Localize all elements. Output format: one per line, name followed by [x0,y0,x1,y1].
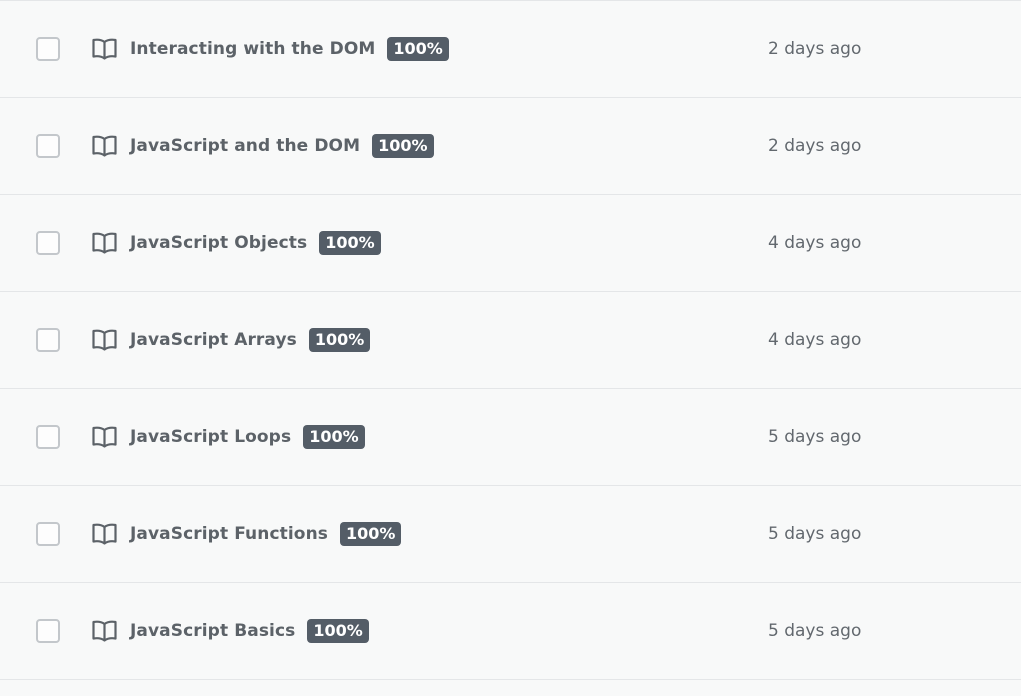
book-icon [92,232,117,254]
item-checkbox[interactable] [36,522,60,546]
item-checkbox[interactable] [36,619,60,643]
item-title-group: JavaScript Basics 100% [130,619,369,643]
list-item[interactable]: Interacting with the DOM 100% 2 days ago [0,1,1021,98]
item-timestamp: 4 days ago [768,233,862,253]
book-icon [92,135,117,157]
book-icon [92,523,117,545]
item-title-group: JavaScript Arrays 100% [130,328,371,352]
book-icon [92,38,117,60]
book-icon [92,329,117,351]
item-timestamp: 5 days ago [768,427,862,447]
list-item[interactable]: JavaScript Objects 100% 4 days ago [0,195,1021,292]
list-item[interactable]: JavaScript and the DOM 100% 2 days ago [0,98,1021,195]
item-title[interactable]: JavaScript Basics [130,621,295,641]
item-title[interactable]: JavaScript Objects [130,233,307,253]
item-title[interactable]: JavaScript Functions [130,524,328,544]
course-list: Interacting with the DOM 100% 2 days ago… [0,0,1021,696]
item-title-group: JavaScript and the DOM 100% [130,134,434,158]
item-timestamp: 5 days ago [768,524,862,544]
item-timestamp: 4 days ago [768,330,862,350]
item-title-group: Interacting with the DOM 100% [130,37,449,61]
item-checkbox[interactable] [36,134,60,158]
book-icon [92,620,117,642]
item-checkbox[interactable] [36,425,60,449]
progress-badge: 100% [303,425,365,449]
item-title[interactable]: JavaScript and the DOM [130,136,360,156]
progress-badge: 100% [387,37,449,61]
progress-badge: 100% [340,522,402,546]
list-item[interactable]: JavaScript Loops 100% 5 days ago [0,389,1021,486]
item-title[interactable]: Interacting with the DOM [130,39,375,59]
item-timestamp: 2 days ago [768,136,862,156]
item-title[interactable]: JavaScript Loops [130,427,291,447]
list-item[interactable]: JavaScript Basics 100% 5 days ago [0,583,1021,680]
progress-badge: 100% [308,328,371,352]
item-title-group: JavaScript Loops 100% [130,425,365,449]
progress-badge: 100% [319,231,381,255]
progress-badge: 100% [307,619,369,643]
item-checkbox[interactable] [36,231,60,255]
progress-badge: 100% [372,134,434,158]
item-checkbox[interactable] [36,37,60,61]
item-checkbox[interactable] [36,328,60,352]
item-timestamp: 5 days ago [768,621,862,641]
book-icon [92,426,117,448]
item-title-group: JavaScript Functions 100% [130,522,402,546]
item-title-group: JavaScript Objects 100% [130,231,381,255]
item-title[interactable]: JavaScript Arrays [130,330,297,350]
item-timestamp: 2 days ago [768,39,862,59]
list-item[interactable]: JavaScript Functions 100% 5 days ago [0,486,1021,583]
list-item[interactable]: JavaScript Arrays 100% 4 days ago [0,292,1021,389]
